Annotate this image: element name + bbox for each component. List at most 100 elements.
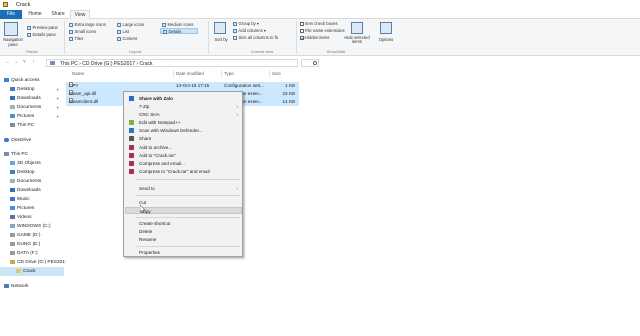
large-icons-option[interactable]: Large icons <box>117 22 144 27</box>
nav-item-desktop[interactable]: Desktop ✦ <box>0 85 64 94</box>
back-arrow-icon[interactable]: ← <box>4 59 11 66</box>
menu-label: Share <box>139 136 152 141</box>
nav-item-this-pc-quick[interactable]: This PC <box>0 121 64 130</box>
pin-icon[interactable]: ✦ <box>56 85 59 94</box>
nav-item-drive-g[interactable]: CD Drive (G:) PES2017 <box>0 258 68 267</box>
menu-item-properties[interactable]: Properties <box>125 249 242 256</box>
details-pane-button[interactable]: Details pane <box>27 32 56 37</box>
cd-drive-icon <box>10 259 15 264</box>
column-header-size[interactable]: Size <box>272 71 281 76</box>
list-option[interactable]: List <box>117 29 129 34</box>
size-all-columns-button[interactable]: Size all columns to fit <box>233 35 278 40</box>
menu-item-scan-defender[interactable]: Scan with Windows Defender... <box>125 127 242 134</box>
file-row[interactable]: CPY 14-Oct-16 17:15 Configuration sett..… <box>66 82 299 90</box>
downloads-icon <box>10 187 15 192</box>
nav-item-onedrive[interactable]: OneDrive <box>0 136 64 145</box>
menu-item-7zip[interactable]: 7-Zip › <box>125 103 242 110</box>
nav-item-quick-access[interactable]: Quick access <box>0 76 64 85</box>
medium-icons-label: Medium icons <box>167 22 194 27</box>
breadcrumb[interactable]: This PC › CD Drive (G:) PES2017 › Crack <box>60 61 153 67</box>
nav-item-crack[interactable]: Crack <box>0 267 64 276</box>
column-header-type[interactable]: Type <box>224 71 234 76</box>
preview-pane-button[interactable]: Preview pane <box>27 25 58 30</box>
nav-item-drive-e[interactable]: DUNG (E:) <box>0 240 64 249</box>
column-header-date[interactable]: Date modified <box>176 71 204 76</box>
content-option[interactable]: Content <box>117 36 137 41</box>
navigation-pane-button[interactable]: Navigation pane <box>2 37 24 47</box>
up-arrow-icon[interactable]: ↑ <box>30 59 37 66</box>
menu-item-add-to-archive[interactable]: Add to archive... <box>125 144 242 151</box>
address-bar[interactable]: This PC › CD Drive (G:) PES2017 › Crack <box>46 58 298 67</box>
tiles-option[interactable]: Tiles <box>69 36 83 41</box>
options-button[interactable]: Options <box>376 37 396 42</box>
menu-item-send-to[interactable]: Send to › <box>125 185 242 192</box>
nav-item-documents-pc[interactable]: Documents <box>0 177 64 186</box>
pin-icon[interactable]: ✦ <box>56 94 59 103</box>
list-icon <box>117 29 121 34</box>
nav-item-downloads-pc[interactable]: Downloads <box>0 186 64 195</box>
nav-item-desktop-pc[interactable]: Desktop <box>0 168 64 177</box>
pin-icon[interactable]: ✦ <box>56 112 59 121</box>
chevron-right-icon: › <box>236 186 239 191</box>
nav-label: Videos <box>17 215 32 220</box>
menu-item-compress-to-crack-rar-email[interactable]: Compress to "Crack.rar" and email <box>125 168 242 175</box>
nav-item-network[interactable]: Network <box>0 282 64 291</box>
column-divider[interactable] <box>269 70 270 78</box>
tab-view[interactable]: View <box>70 10 90 19</box>
nav-item-pictures[interactable]: Pictures ✦ <box>0 112 64 121</box>
hide-selected-button[interactable]: Hide selected items <box>343 35 371 45</box>
hidden-items-toggle[interactable]: Hidden items <box>300 35 329 40</box>
drive-icon <box>10 232 15 237</box>
details-pane-icon <box>27 32 31 37</box>
search-input[interactable] <box>301 58 319 67</box>
nav-item-pictures-pc[interactable]: Pictures <box>0 204 64 213</box>
cube-icon <box>10 160 15 165</box>
drive-icon <box>10 250 15 255</box>
menu-item-rename[interactable]: Rename <box>125 236 242 243</box>
file-name-extensions-toggle[interactable]: File name extensions <box>300 28 345 33</box>
ribbon-tabs: File Home Share View <box>0 10 640 19</box>
add-columns-button[interactable]: Add columns ▾ <box>233 28 266 33</box>
menu-item-share[interactable]: Share <box>125 135 242 142</box>
sort-by-button[interactable]: Sort by <box>213 37 229 42</box>
medium-icons-option[interactable]: Medium icons <box>162 22 193 27</box>
menu-item-create-shortcut[interactable]: Create shortcut <box>125 220 242 227</box>
nav-item-music[interactable]: Music <box>0 195 64 204</box>
group-by-button[interactable]: Group by ▾ <box>233 21 259 26</box>
menu-item-edit-notepad[interactable]: Edit with Notepad++ <box>125 119 242 126</box>
extra-large-icons-option[interactable]: Extra large icons <box>69 22 106 27</box>
size-all-columns-label: Size all columns to fit <box>238 35 278 40</box>
column-divider[interactable] <box>173 70 174 78</box>
nav-item-this-pc[interactable]: This PC <box>0 150 64 159</box>
nav-item-videos[interactable]: Videos <box>0 213 64 222</box>
nav-item-drive-d[interactable]: GAME (D:) <box>0 231 64 240</box>
details-option[interactable]: Details <box>160 28 198 34</box>
small-icons-option[interactable]: Small icons <box>69 29 96 34</box>
nav-item-documents[interactable]: Documents ✦ <box>0 103 64 112</box>
nav-item-downloads[interactable]: Downloads ✦ <box>0 94 64 103</box>
nav-item-drive-c[interactable]: WINDOWS (C:) <box>0 222 64 231</box>
menu-item-compress-email[interactable]: Compress and email... <box>125 160 242 167</box>
recent-locations-chevron-icon[interactable]: ˅ <box>21 59 28 66</box>
context-menu: Share with Zalo 7-Zip › CRC SHA › Edit wit… <box>123 91 243 257</box>
menu-item-add-to-crack-rar[interactable]: Add to "Crack.rar" <box>125 152 242 159</box>
extra-large-icons-label: Extra large icons <box>74 22 106 27</box>
column-divider[interactable] <box>221 70 222 78</box>
nav-item-drive-f[interactable]: DATA (F:) <box>0 249 64 258</box>
item-check-boxes-toggle[interactable]: Item check boxes <box>300 21 338 26</box>
tab-file[interactable]: File <box>0 10 22 19</box>
tab-share[interactable]: Share <box>47 10 69 19</box>
forward-arrow-icon[interactable]: → <box>12 59 19 66</box>
column-header-name[interactable]: Name <box>72 71 84 76</box>
menu-label: Rename <box>139 237 157 242</box>
nav-item-3d-objects[interactable]: 3D Objects <box>0 159 64 168</box>
nav-label: This PC <box>17 123 35 128</box>
preview-pane-icon <box>27 25 31 30</box>
window-title: Crack <box>16 2 31 8</box>
menu-item-share-with-zalo[interactable]: Share with Zalo <box>125 95 242 102</box>
tab-home[interactable]: Home <box>24 10 46 19</box>
pin-icon[interactable]: ✦ <box>56 103 59 112</box>
menu-item-crc-sha[interactable]: CRC SHA › <box>125 111 242 118</box>
menu-item-delete[interactable]: Delete <box>125 228 242 235</box>
group-separator <box>64 21 65 54</box>
